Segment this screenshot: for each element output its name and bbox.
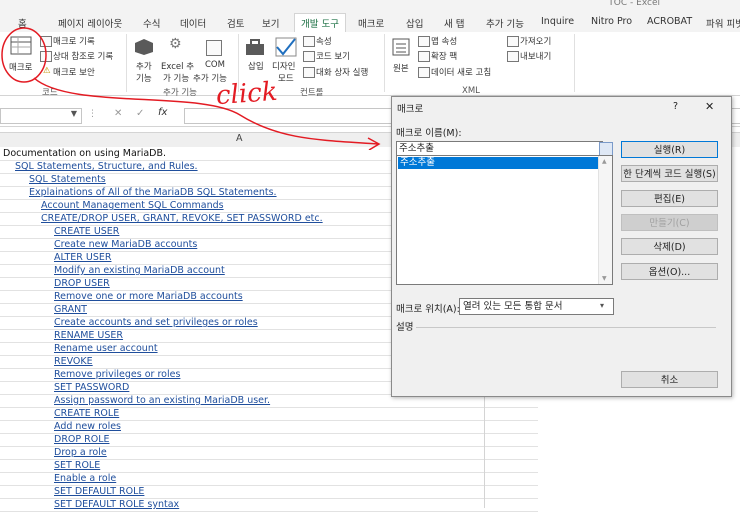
table-row[interactable]: SET DEFAULT ROLE: [0, 485, 538, 499]
group-label-xml: XML: [462, 86, 480, 96]
tab-insert[interactable]: 삽입: [406, 16, 423, 30]
description-divider: [416, 327, 716, 328]
table-row[interactable]: DROP ROLE: [0, 433, 538, 447]
macro-dialog: 매크로 ? ✕ 매크로 이름(M): 주소추출 주소추출 ▲ ▼ 매크로 위치(…: [391, 96, 732, 397]
map-properties-icon: [418, 36, 430, 47]
scroll-down-icon[interactable]: ▼: [602, 275, 607, 282]
table-row[interactable]: Drop a role: [0, 446, 538, 460]
collapse-dialog-icon[interactable]: [599, 142, 613, 156]
import-button[interactable]: 가져오기: [520, 35, 551, 47]
map-properties-button[interactable]: 맵 속성: [431, 35, 457, 47]
table-row[interactable]: CREATE ROLE: [0, 407, 538, 421]
import-icon: [507, 36, 519, 47]
tab-new-tab[interactable]: 새 탭: [444, 16, 465, 30]
xml-source-button[interactable]: 원본: [393, 62, 409, 74]
tab-nitro-pro[interactable]: Nitro Pro: [591, 16, 632, 27]
tab-addins[interactable]: 추가 기능: [486, 16, 524, 30]
description-label: 설명: [396, 322, 414, 333]
export-button[interactable]: 내보내기: [520, 50, 551, 62]
tab-inquire[interactable]: Inquire: [541, 16, 574, 27]
annotation-click-label: click: [215, 76, 279, 112]
chevron-down-icon[interactable]: ▾: [600, 301, 604, 310]
dialog-title: 매크로: [397, 104, 424, 115]
options-button[interactable]: 옵션(O)...: [621, 263, 718, 280]
table-row[interactable]: Enable a role: [0, 472, 538, 486]
run-button[interactable]: 실행(R): [621, 141, 718, 158]
xml-source-icon: [392, 38, 410, 56]
title-bar: TOC - Excel: [0, 0, 740, 12]
location-select[interactable]: 열려 있는 모든 통합 문서: [459, 298, 614, 315]
export-icon: [507, 51, 519, 62]
list-scrollbar[interactable]: ▲ ▼: [598, 156, 612, 284]
cancel-button[interactable]: 취소: [621, 371, 718, 388]
list-item[interactable]: 주소추출: [398, 157, 598, 169]
table-row[interactable]: SET ROLE: [0, 459, 538, 473]
refresh-data-icon: [418, 67, 430, 78]
scroll-up-icon[interactable]: ▲: [602, 158, 607, 165]
table-row[interactable]: SET DEFAULT ROLE syntax: [0, 498, 538, 512]
help-icon[interactable]: ?: [673, 101, 678, 112]
group-divider: [574, 34, 575, 92]
annotation-circle: [1, 27, 47, 83]
macro-list[interactable]: 주소추출 ▲ ▼: [396, 155, 613, 285]
macro-name-label: 매크로 이름(M):: [396, 128, 462, 139]
edit-button[interactable]: 편집(E): [621, 190, 718, 207]
refresh-data-button[interactable]: 데이터 새로 고침: [431, 66, 491, 78]
tab-acrobat[interactable]: ACROBAT: [647, 16, 692, 27]
annotation-arrow: [33, 77, 379, 145]
step-into-button[interactable]: 한 단계씩 코드 실행(S): [621, 165, 718, 182]
expansion-packs-button[interactable]: 확장 팩: [431, 50, 457, 62]
location-label: 매크로 위치(A):: [396, 304, 460, 315]
close-icon[interactable]: ✕: [705, 100, 714, 113]
annotation-overlay: [1, 27, 381, 150]
create-button: 만들기(C): [621, 214, 718, 231]
table-row[interactable]: Add new roles: [0, 420, 538, 434]
delete-button[interactable]: 삭제(D): [621, 238, 718, 255]
window-title: TOC - Excel: [608, 0, 660, 8]
tab-power-pivot[interactable]: 파워 피벗: [706, 16, 740, 30]
expansion-packs-icon: [418, 51, 430, 62]
